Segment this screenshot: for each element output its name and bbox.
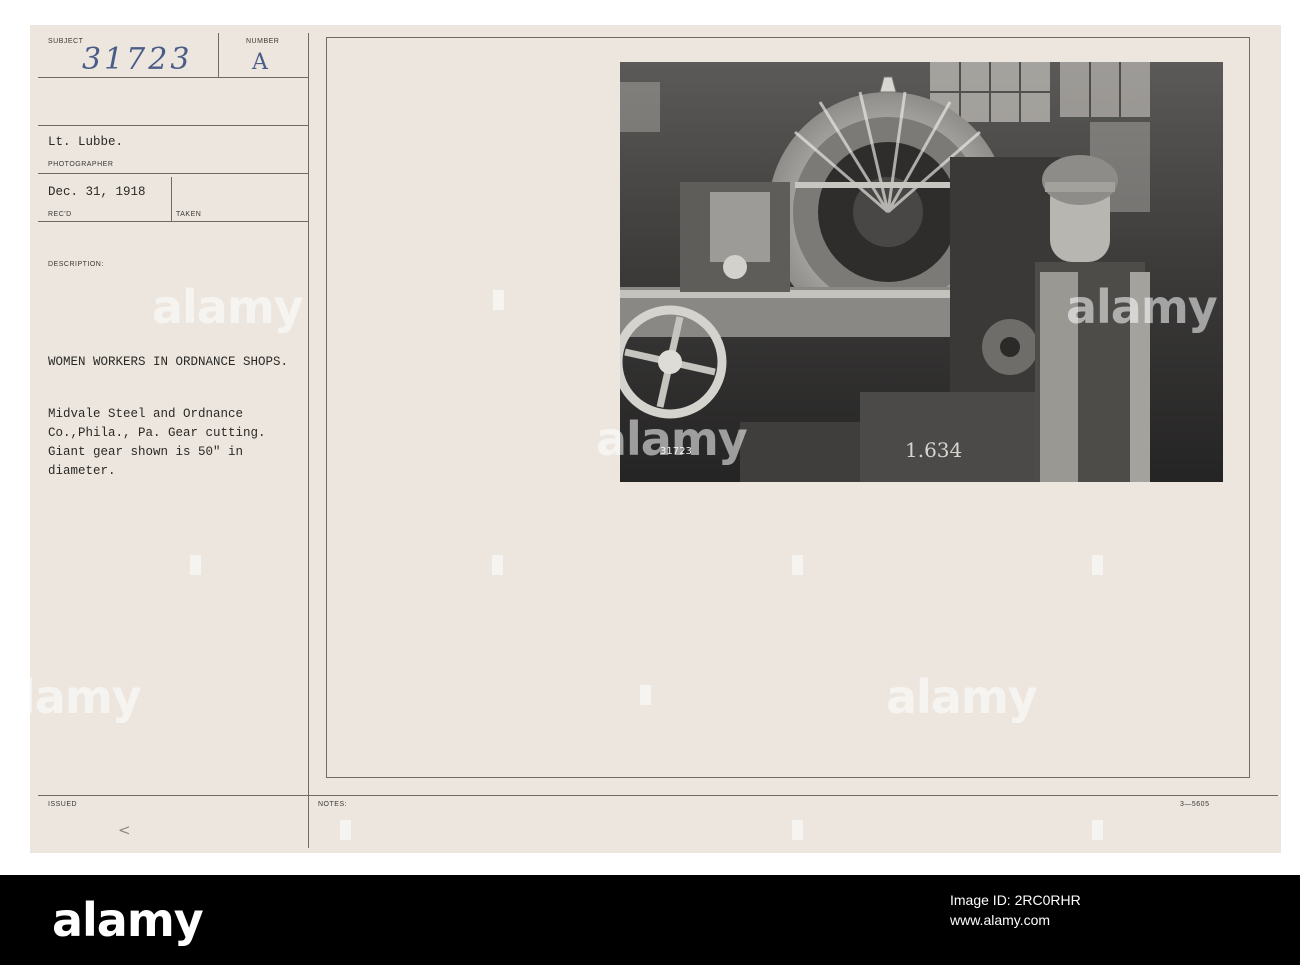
description-line-3: Giant gear shown is 50" in (48, 445, 244, 459)
frame-right (1249, 37, 1250, 778)
frame-top (326, 37, 1250, 38)
issued-mark: < (118, 821, 131, 839)
machine-marking: 1.634 (905, 438, 962, 462)
watermark-dot (493, 290, 504, 310)
received-label: REC'D (48, 211, 72, 218)
image-id: 2RC0RHR (1014, 892, 1081, 908)
form-number: 3—5605 (1180, 801, 1210, 808)
received-date: Dec. 31, 1918 (48, 185, 146, 199)
watermark-mid-right: alamy (1066, 280, 1218, 334)
headline: WOMEN WORKERS IN ORDNANCE SHOPS. (48, 355, 289, 369)
photographer-line-top (38, 125, 308, 126)
date-divider (171, 177, 172, 221)
photographer-line (38, 173, 308, 174)
image-id-label: Image ID: (950, 892, 1011, 908)
frame-left (326, 37, 327, 778)
photographer-name: Lt. Lubbe. (48, 135, 124, 149)
watermark-dot (792, 820, 803, 840)
site-url[interactable]: www.alamy.com (950, 910, 1270, 930)
left-column-line (308, 33, 309, 848)
number-value: A (252, 50, 268, 75)
subject-number: 31723 (82, 42, 193, 77)
watermark-dot (1092, 820, 1103, 840)
watermark-bottom-left: alamy (0, 670, 142, 724)
watermark-dot (1092, 555, 1103, 575)
header-bottom-line (38, 77, 308, 78)
footer-line (38, 795, 1278, 796)
description-label: DESCRIPTION: (48, 261, 104, 268)
image-id-block: Image ID: 2RC0RHR www.alamy.com (950, 890, 1270, 930)
frame-bottom (326, 777, 1250, 778)
watermark-dot (492, 555, 503, 575)
watermark-bottom-center: alamy (886, 670, 1038, 724)
notes-label: NOTES: (318, 801, 348, 808)
subject-divider (218, 33, 219, 77)
watermark-dot (792, 555, 803, 575)
watermark-dot (340, 820, 351, 840)
description-line-2: Co.,Phila., Pa. Gear cutting. (48, 426, 266, 440)
taken-label: TAKEN (176, 211, 202, 218)
watermark-top-left: alamy (152, 280, 304, 334)
record-card: SUBJECT 31723 NUMBER A Lt. Lubbe. PHOTOG… (0, 25, 1281, 853)
subject-label: SUBJECT (48, 38, 84, 45)
alamy-logo[interactable]: alamy (52, 893, 204, 947)
number-label: NUMBER (246, 38, 280, 45)
watermark-dot (640, 685, 651, 705)
description-line-4: diameter. (48, 464, 116, 478)
watermark-photo: alamy (596, 412, 748, 466)
description-line-1: Midvale Steel and Ordnance (48, 407, 244, 421)
photographer-label: PHOTOGRAPHER (48, 161, 114, 168)
date-line (38, 221, 308, 222)
watermark-dot (190, 555, 201, 575)
issued-label: ISSUED (48, 801, 78, 808)
